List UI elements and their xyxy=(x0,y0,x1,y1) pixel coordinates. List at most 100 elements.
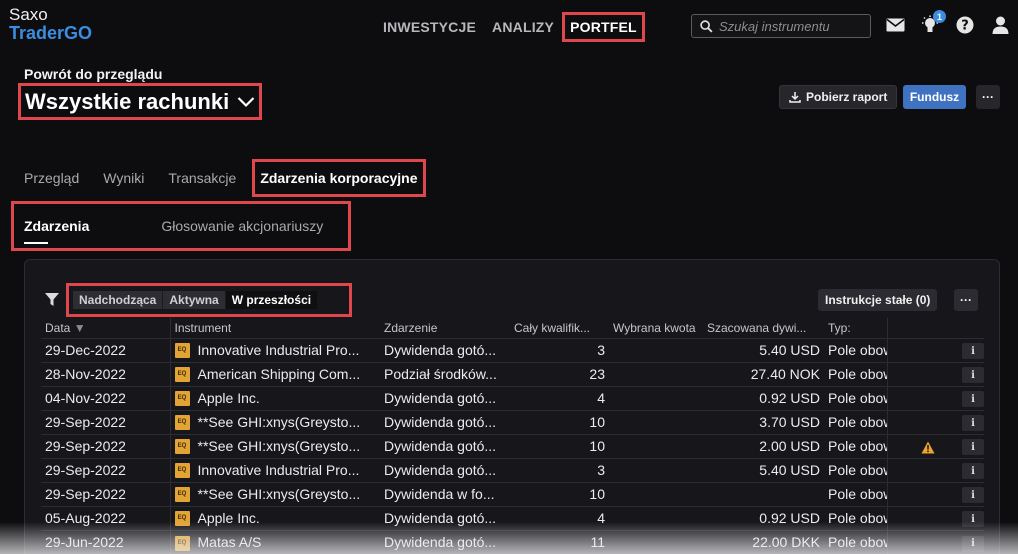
saxo-logo[interactable]: Saxo TraderGO xyxy=(9,6,92,43)
cell-type: Pole obow xyxy=(824,337,887,362)
info-icon[interactable]: i xyxy=(962,463,984,480)
table-row[interactable]: 29-Sep-2022 EQ **See GHI:xnys(Greysto... Dy… xyxy=(41,481,984,506)
col-header-status xyxy=(886,318,949,338)
cell-instrument[interactable]: EQ Apple Inc. xyxy=(170,385,380,410)
panel-more-button[interactable]: ··· xyxy=(954,289,978,311)
account-selector[interactable]: Wszystkie rachunki xyxy=(17,83,263,120)
table-row[interactable]: 29-Jun-2022 EQ Matas A/S Dywidenda gotó... 1… xyxy=(41,529,984,554)
lightbulb-icon[interactable]: 1 xyxy=(919,10,946,36)
info-icon[interactable]: i xyxy=(962,535,984,552)
more-options-button[interactable]: ··· xyxy=(976,85,1000,109)
table-row[interactable]: 28-Nov-2022 EQ American Shipping Com... Pod… xyxy=(41,361,984,386)
info-icon[interactable]: i xyxy=(962,343,984,360)
cell-estimate: 0.92 USD xyxy=(703,505,824,530)
cell-date: 28-Nov-2022 xyxy=(41,361,171,386)
top-icons: 1 ? xyxy=(884,10,1011,36)
equity-badge-icon: EQ xyxy=(174,463,190,479)
cell-instrument[interactable]: EQ Apple Inc. xyxy=(170,505,380,530)
table-row[interactable]: 04-Nov-2022 EQ Apple Inc. Dywidenda gotó...… xyxy=(41,385,984,410)
table-row[interactable]: 29-Sep-2022 EQ Innovative Industrial Pro..… xyxy=(41,457,984,482)
info-icon[interactable]: i xyxy=(962,415,984,432)
segment-nadchodzaca[interactable]: Nadchodząca xyxy=(73,291,163,309)
cell-qty: 10 xyxy=(510,433,609,458)
cell-event: Dywidenda gotó... xyxy=(380,433,510,458)
cell-info: i xyxy=(949,337,984,362)
col-header-info xyxy=(949,318,984,338)
cell-date: 05-Aug-2022 xyxy=(41,505,171,530)
info-icon[interactable]: i xyxy=(962,487,984,504)
segment-w-przeszlosci[interactable]: W przeszłości xyxy=(224,291,318,309)
cell-estimate: 3.70 USD xyxy=(703,409,824,434)
table-row[interactable]: 05-Aug-2022 EQ Apple Inc. Dywidenda gotó...… xyxy=(41,505,984,530)
search-input[interactable] xyxy=(719,18,864,34)
col-header-zdarzenie[interactable]: Zdarzenie xyxy=(380,318,510,338)
cell-type: Pole obow xyxy=(824,361,887,386)
instrument-name: **See GHI:xnys(Greysto... xyxy=(197,485,361,502)
col-header-data-label: Data xyxy=(45,320,71,335)
filter-icon[interactable] xyxy=(44,292,60,307)
info-icon[interactable]: i xyxy=(962,511,984,528)
cell-info: i xyxy=(949,409,984,434)
cell-event: Podział środków... xyxy=(380,361,510,386)
cell-instrument[interactable]: EQ **See GHI:xnys(Greysto... xyxy=(170,481,380,506)
cell-qty: 11 xyxy=(510,529,609,554)
cell-info: i xyxy=(949,361,984,386)
standing-instructions-button[interactable]: Instrukcje stałe (0) xyxy=(818,289,938,311)
cell-type: Pole obow xyxy=(824,481,887,506)
subtab-zdarzenia[interactable]: Zdarzenia xyxy=(24,218,89,244)
tab-zdarzenia-korporacyjne[interactable]: Zdarzenia korporacyjne xyxy=(252,159,426,197)
cell-date: 29-Jun-2022 xyxy=(41,529,171,554)
subtabs: Zdarzenia Głosowanie akcjonariuszy xyxy=(11,201,351,251)
cell-instrument[interactable]: EQ **See GHI:xnys(Greysto... xyxy=(170,409,380,434)
tab-przeglad[interactable]: Przegląd xyxy=(24,170,79,186)
col-header-type[interactable]: Typ: xyxy=(824,318,887,338)
cell-instrument[interactable]: EQ Innovative Industrial Pro... xyxy=(170,337,380,362)
cell-qty: 4 xyxy=(510,505,609,530)
tab-wyniki[interactable]: Wyniki xyxy=(103,170,144,186)
equity-badge-icon: EQ xyxy=(174,535,190,551)
back-to-overview-link[interactable]: Powrót do przeglądu xyxy=(24,66,162,82)
top-navigation: INWESTYCJE ANALIZY PORTFEL xyxy=(383,12,658,42)
table-row[interactable]: 29-Sep-2022 EQ **See GHI:xnys(Greysto... Dy… xyxy=(41,409,984,434)
col-header-chosen[interactable]: Wybrana kwota xyxy=(609,318,703,338)
cell-chosen xyxy=(609,385,703,410)
nav-analizy[interactable]: ANALIZY xyxy=(492,19,554,35)
page-title: Wszystkie rachunki xyxy=(25,88,230,114)
table-row[interactable]: 29-Sep-2022 EQ **See GHI:xnys(Greysto... Dy… xyxy=(41,433,984,458)
table-row[interactable]: 29-Dec-2022 EQ Innovative Industrial Pro..… xyxy=(41,337,984,362)
download-report-button[interactable]: Pobierz raport xyxy=(779,85,898,109)
cell-instrument[interactable]: EQ **See GHI:xnys(Greysto... xyxy=(170,433,380,458)
col-header-qty[interactable]: Cały kwalifik... xyxy=(510,318,609,338)
info-icon[interactable]: i xyxy=(962,439,984,456)
cell-qty: 23 xyxy=(510,361,609,386)
mail-icon[interactable] xyxy=(884,14,906,36)
cell-instrument[interactable]: EQ Innovative Industrial Pro... xyxy=(170,457,380,482)
fund-button[interactable]: Fundusz xyxy=(903,85,966,109)
search-box[interactable] xyxy=(691,14,871,38)
help-icon[interactable]: ? xyxy=(954,14,976,36)
cell-type: Pole obow xyxy=(824,505,887,530)
tab-transakcje[interactable]: Transakcje xyxy=(168,170,236,186)
nav-portfel[interactable]: PORTFEL xyxy=(562,12,645,42)
info-icon[interactable]: i xyxy=(962,391,984,408)
user-icon[interactable] xyxy=(989,14,1011,36)
cell-instrument[interactable]: EQ Matas A/S xyxy=(170,529,380,554)
cell-qty: 4 xyxy=(510,385,609,410)
segment-aktywna[interactable]: Aktywna xyxy=(162,291,225,309)
cell-date: 29-Dec-2022 xyxy=(41,337,171,362)
cell-status xyxy=(886,409,949,434)
info-icon[interactable]: i xyxy=(962,367,984,384)
svg-text:?: ? xyxy=(961,19,969,34)
search-icon xyxy=(700,19,713,33)
cell-instrument[interactable]: EQ American Shipping Com... xyxy=(170,361,380,386)
col-header-estimate[interactable]: Szacowana dywi... xyxy=(703,318,824,338)
sort-indicator: ▼ xyxy=(73,320,86,335)
event-status-segment: Nadchodząca Aktywna W przeszłości xyxy=(66,283,352,317)
subtab-glosowanie[interactable]: Głosowanie akcjonariuszy xyxy=(161,218,323,234)
col-header-data[interactable]: Data ▼ xyxy=(41,318,171,338)
nav-inwestycje[interactable]: INWESTYCJE xyxy=(383,19,476,35)
equity-badge-icon: EQ xyxy=(174,415,190,431)
cell-event: Dywidenda w fo... xyxy=(380,481,510,506)
table-header: Data ▼ Instrument Zdarzenie Cały kwalifi… xyxy=(41,318,984,338)
col-header-instrument[interactable]: Instrument xyxy=(170,318,380,338)
